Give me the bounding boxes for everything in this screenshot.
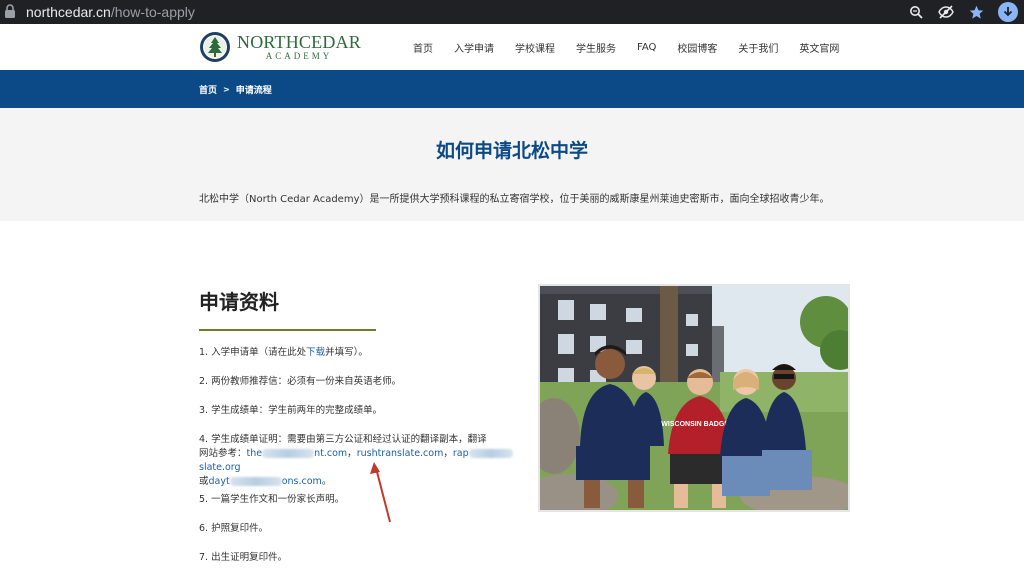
site-header: NORTHCEDAR ACADEMY 首页 入学申请 学校课程 学生服务 FAQ… xyxy=(0,24,1024,70)
nav-home[interactable]: 首页 xyxy=(413,40,433,55)
eye-off-icon[interactable] xyxy=(938,4,954,20)
breadcrumb: 首页 > 申请流程 xyxy=(199,70,272,108)
breadcrumb-current: 申请流程 xyxy=(235,85,272,96)
breadcrumb-separator: > xyxy=(223,84,230,94)
nav-blog[interactable]: 校园博客 xyxy=(677,40,717,55)
redaction-blur xyxy=(229,477,282,486)
download-icon[interactable] xyxy=(998,2,1018,22)
list-item: 6. 护照复印件。 xyxy=(199,523,269,534)
nav-admissions[interactable]: 入学申请 xyxy=(454,40,494,55)
intro-section: 如何申请北松中学 北松中学（North Cedar Academy）是一所提供大… xyxy=(0,108,1024,221)
list-item: 1. 入学申请单（请在此处下载并填写）。 xyxy=(199,347,368,358)
breadcrumb-bar: 首页 > 申请流程 xyxy=(0,70,1024,108)
address-bar[interactable]: northcedar.cn/how-to-apply xyxy=(4,2,195,22)
list-item: 3. 学生成绩单：学生前两年的完整成绩单。 xyxy=(199,405,383,416)
nav-faq[interactable]: FAQ xyxy=(637,42,656,53)
translation-link-4[interactable]: dayt ons.com xyxy=(209,476,322,487)
students-photo: WISCONSIN BADGERS xyxy=(538,284,850,512)
cedar-tree-badge-icon xyxy=(200,32,230,62)
intro-text: 北松中学（North Cedar Academy）是一所提供大学预科课程的私立寄… xyxy=(199,194,830,205)
title-divider xyxy=(199,329,376,331)
download-form-link[interactable]: 下载 xyxy=(306,347,325,358)
list-item: 5. 一篇学生作文和一份家长声明。 xyxy=(199,494,345,505)
url-host: northcedar.cn xyxy=(26,4,111,20)
redaction-blur xyxy=(262,449,315,458)
logo-subtitle: ACADEMY xyxy=(265,51,333,61)
list-item: 4. 学生成绩单证明：需要由第三方公证和经过认证的翻译副本，翻译 网站参考：th… xyxy=(199,433,514,489)
nav-student-services[interactable]: 学生服务 xyxy=(576,40,616,55)
translation-link-1[interactable]: the nt.com xyxy=(247,448,348,459)
zoom-icon[interactable] xyxy=(908,4,924,20)
site-logo[interactable]: NORTHCEDAR ACADEMY xyxy=(199,31,361,63)
nav-about[interactable]: 关于我们 xyxy=(738,40,778,55)
list-item: 7. 出生证明复印件。 xyxy=(199,552,288,563)
section-title: 申请资料 xyxy=(199,290,279,314)
redaction-blur xyxy=(468,449,513,458)
nav-courses[interactable]: 学校课程 xyxy=(515,40,555,55)
browser-toolbar: northcedar.cn/how-to-apply xyxy=(0,0,1024,24)
main-nav: 首页 入学申请 学校课程 学生服务 FAQ 校园博客 关于我们 英文官网 xyxy=(413,24,839,70)
list-item: 2. 两份教师推荐信：必须有一份来自英语老师。 xyxy=(199,376,402,387)
annotation-arrow-icon xyxy=(370,462,391,523)
url-path: /how-to-apply xyxy=(110,4,195,20)
bookmark-star-icon[interactable] xyxy=(968,4,984,20)
breadcrumb-home[interactable]: 首页 xyxy=(199,83,217,96)
nav-english-site[interactable]: 英文官网 xyxy=(799,40,839,55)
logo-wordmark: NORTHCEDAR xyxy=(237,32,361,52)
lock-icon[interactable] xyxy=(4,4,18,20)
translation-link-rushtranslate[interactable]: rushtranslate.com xyxy=(357,448,444,459)
students-photo-illustration: WISCONSIN BADGERS xyxy=(540,286,848,510)
page-title: 如何申请北松中学 xyxy=(435,140,588,162)
